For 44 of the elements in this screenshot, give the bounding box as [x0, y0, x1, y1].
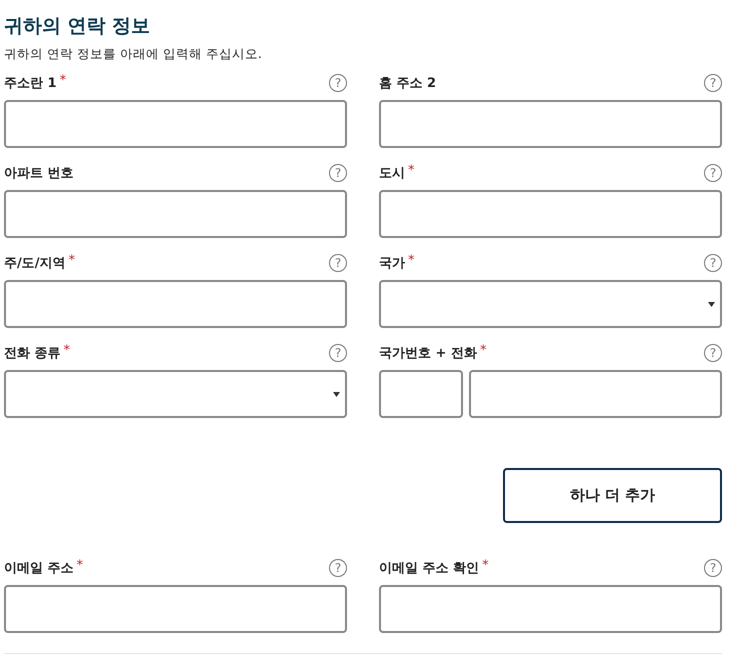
help-icon[interactable]: ?: [329, 74, 347, 92]
help-icon[interactable]: ?: [704, 344, 722, 362]
field-label: 홈 주소 2: [379, 75, 436, 93]
required-mark: *: [408, 254, 414, 268]
input-field[interactable]: [379, 100, 722, 148]
help-icon[interactable]: ?: [704, 254, 722, 272]
required-mark: *: [482, 559, 489, 573]
add-another-button[interactable]: 하나 더 추가: [503, 468, 722, 523]
input-field[interactable]: [4, 190, 347, 238]
input-field[interactable]: [379, 585, 722, 633]
required-mark: *: [60, 74, 66, 88]
field-label: 이메일 주소 확인: [379, 560, 480, 578]
field-label: 전화 종류: [4, 345, 61, 363]
field-label: 이메일 주소: [4, 560, 74, 578]
dropdown-field[interactable]: [379, 280, 722, 328]
field-label: 국가: [379, 255, 405, 273]
field-label: 도시: [379, 165, 405, 183]
country-code-field[interactable]: [379, 370, 463, 418]
section-title: 귀하의 연락 정보: [4, 14, 152, 39]
input-field[interactable]: [4, 100, 347, 148]
help-icon[interactable]: ?: [329, 559, 347, 577]
dropdown-field[interactable]: [4, 370, 347, 418]
caret-icon: [333, 392, 340, 396]
help-icon[interactable]: ?: [704, 74, 722, 92]
section-description: 귀하의 연락 정보를 아래에 입력해 주십시오.: [4, 45, 263, 63]
required-mark: *: [68, 254, 75, 268]
required-mark: *: [76, 559, 84, 573]
help-icon[interactable]: ?: [329, 164, 347, 182]
help-icon[interactable]: ?: [704, 164, 722, 182]
input-field[interactable]: [4, 585, 347, 633]
required-mark: *: [64, 344, 70, 358]
input-field[interactable]: [4, 280, 347, 328]
field-label: 주/도/지역: [4, 255, 66, 273]
help-icon[interactable]: ?: [329, 254, 347, 272]
required-mark: *: [408, 164, 414, 178]
field-label: 국가번호 + 전화: [379, 345, 477, 363]
input-field[interactable]: [379, 190, 722, 238]
help-icon[interactable]: ?: [329, 344, 347, 362]
help-icon[interactable]: ?: [704, 559, 722, 577]
caret-icon: [708, 302, 715, 306]
field-label: 주소란 1: [4, 75, 57, 93]
field-label: 아파트 번호: [4, 165, 74, 183]
required-mark: *: [480, 344, 486, 358]
phone-field[interactable]: [469, 370, 722, 418]
